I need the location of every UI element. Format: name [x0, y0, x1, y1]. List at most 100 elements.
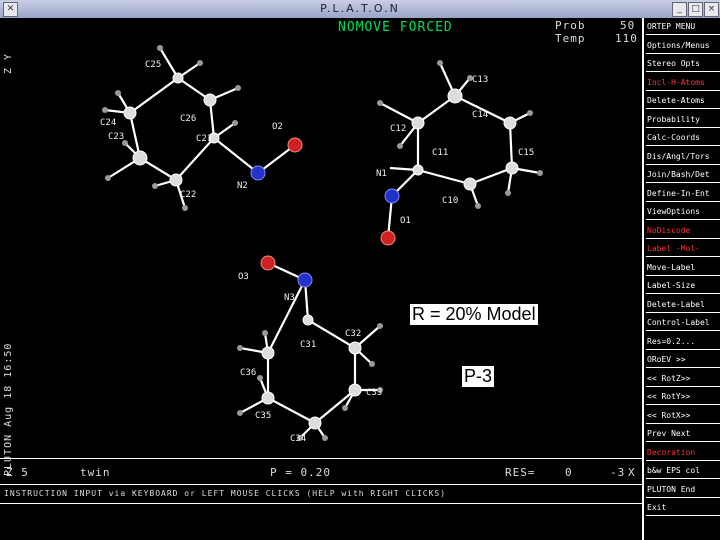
menu-item-label: Calc-Coords	[647, 133, 700, 142]
atom-label-c23: C23	[108, 132, 125, 142]
molecule-canvas[interactable]: Z Y PLUTON Aug 18 16:50 NOMOVE FORCED Pr…	[0, 18, 642, 540]
menu-item[interactable]: Decoration	[646, 446, 720, 461]
temp-label: Temp	[555, 32, 586, 45]
menu-item[interactable]: << RotY>>	[646, 390, 720, 405]
window-close-icon[interactable]: ×	[704, 2, 719, 17]
menu-item[interactable]: Incl-H-Atoms	[646, 76, 720, 91]
timestamp-stamp: PLUTON Aug 18 16:50	[3, 342, 14, 476]
menu-item[interactable]: Move-Label	[646, 261, 720, 276]
menu-item[interactable]: Label -Mol-	[646, 242, 720, 257]
bottom-divider	[0, 503, 642, 504]
menu-item[interactable]: << RotX>>	[646, 409, 720, 424]
atom-label-c26: C26	[180, 114, 197, 124]
menu-item-label: Stereo Opts	[647, 59, 700, 68]
menu-item[interactable]: b&w EPS col	[646, 464, 720, 479]
molecule-drawing	[102, 45, 543, 441]
menu-item[interactable]: Delete-Label	[646, 298, 720, 313]
atom-label-c25: C25	[145, 60, 162, 70]
status-x: X	[628, 466, 636, 479]
menu-item[interactable]: Exit	[646, 501, 720, 516]
menu-item[interactable]: Define-In-Ent	[646, 187, 720, 202]
atom-label-c36: C36	[240, 368, 257, 378]
menu-item[interactable]: Label-Size	[646, 279, 720, 294]
menu-item-label: << RotZ>>	[647, 373, 691, 383]
atom-label-c15: C15	[518, 148, 535, 158]
axis-label: Z Y	[3, 52, 14, 74]
menu-item[interactable]: Options/Menus	[646, 39, 720, 54]
atom-label-c34: C34	[290, 434, 307, 444]
menu-item[interactable]: Control-Label	[646, 316, 720, 331]
ortep-menu: ORTEP MENU Options/Menus Stereo Opts Incl-H…	[642, 18, 720, 540]
menu-item-label: Move-Label	[647, 262, 696, 272]
title-bar[interactable]: ✕ P.L.A.T.O.N _ □ ×	[0, 0, 720, 19]
menu-item-label: ORTEP MENU	[647, 22, 696, 31]
menu-item-label: Incl-H-Atoms	[647, 77, 705, 87]
menu-item[interactable]: Join/Bash/Det	[646, 168, 720, 183]
atom-label-c22: C22	[180, 190, 197, 200]
menu-item-label: Exit	[647, 503, 667, 512]
atom-label-c32: C32	[345, 329, 362, 339]
instruction-divider	[0, 484, 642, 485]
atom-label-n1: N1	[376, 169, 387, 179]
menu-item[interactable]: Probability	[646, 113, 720, 128]
menu-item-label: b&w EPS col	[647, 466, 700, 475]
menu-item-label: Label -Mol-	[647, 244, 700, 253]
menu-item-label: Join/Bash/Det	[647, 170, 710, 179]
atom-label-c14: C14	[472, 110, 489, 120]
atom-label-c31: C31	[300, 340, 317, 350]
atom-label-c24: C24	[100, 118, 117, 128]
status-res-value: 0	[565, 466, 573, 479]
atom-label-c13: C13	[472, 75, 489, 85]
menu-item[interactable]: << RotZ>>	[646, 372, 720, 387]
model-label: R = 20% Model	[410, 304, 538, 325]
menu-item-label: Delete-Label	[647, 299, 705, 309]
atom-label-n2: N2	[237, 181, 248, 191]
minimize-icon[interactable]: _	[672, 2, 687, 17]
atom-label-c35: C35	[255, 411, 272, 421]
menu-item-label: Control-Label	[647, 318, 710, 327]
menu-item[interactable]: ViewOptions	[646, 205, 720, 220]
menu-item-label: NoDiscode	[647, 225, 691, 235]
menu-item[interactable]: NoDiscode	[646, 224, 720, 239]
status-divider	[0, 458, 642, 459]
menu-item[interactable]: Calc-Coords	[646, 131, 720, 146]
maximize-icon[interactable]: □	[688, 2, 703, 17]
menu-item[interactable]: Stereo Opts	[646, 57, 720, 72]
menu-item-label: Delete-Atoms	[647, 96, 705, 105]
menu-item-label: Label-Size	[647, 281, 696, 290]
menu-item[interactable]: ORoEV >>	[646, 353, 720, 368]
status-mode: twin	[80, 466, 111, 479]
window-title: P.L.A.T.O.N	[320, 2, 400, 15]
atom-label-o2: O2	[272, 122, 283, 132]
menu-item-label: ViewOptions	[647, 207, 700, 216]
instruction-line[interactable]: INSTRUCTION INPUT via KEYBOARD or LEFT M…	[4, 489, 446, 498]
menu-item-label: Options/Menus	[647, 40, 710, 50]
prob-label: Prob	[555, 19, 586, 32]
temp-value: 110	[615, 32, 638, 45]
atom-label-c21: C21	[196, 134, 213, 144]
menu-item[interactable]: ORTEP MENU	[646, 20, 720, 35]
menu-item[interactable]: Delete-Atoms	[646, 94, 720, 109]
atom-label-n3: N3	[284, 293, 295, 303]
menu-item[interactable]: Prev Next	[646, 427, 720, 442]
atom-label-c12: C12	[390, 124, 407, 134]
atom-label-o1: O1	[400, 216, 411, 226]
menu-item-label: << RotY>>	[647, 392, 691, 401]
status-res-label: RES=	[505, 466, 536, 479]
status-p: P = 0.20	[270, 466, 331, 479]
menu-item[interactable]: PLUTON End	[646, 483, 720, 498]
menu-item-label: << RotX>>	[647, 410, 691, 420]
menu-item[interactable]: Res=0.2...	[646, 335, 720, 350]
mode-indicator: NOMOVE FORCED	[338, 20, 453, 35]
status-code: -3	[610, 466, 626, 479]
space-group-label: P-3	[462, 366, 495, 387]
menu-item[interactable]: Dis/Angl/Tors	[646, 150, 720, 165]
atom-label-o3: O3	[238, 272, 249, 282]
menu-item-label: ORoEV >>	[647, 355, 686, 364]
menu-item-label: Res=0.2...	[647, 336, 696, 346]
status-z: Z 5	[6, 466, 29, 479]
atom-label-c10: C10	[442, 196, 459, 206]
menu-item-label: Decoration	[647, 447, 696, 457]
atom-label-c33: C33	[366, 388, 383, 398]
menu-item-label: Define-In-Ent	[647, 188, 710, 198]
